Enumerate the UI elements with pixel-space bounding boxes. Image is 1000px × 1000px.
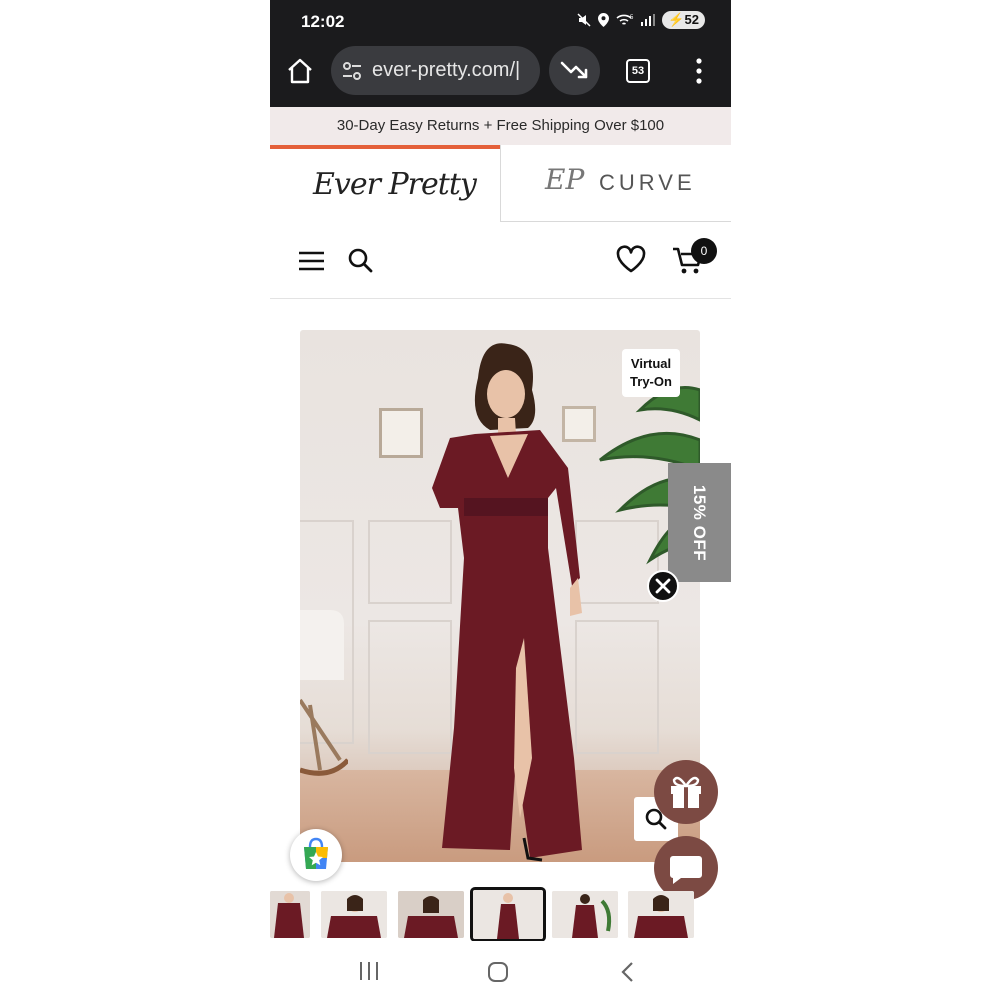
virtual-try-on-line1: Virtual <box>630 356 672 371</box>
thumbnail[interactable] <box>321 891 387 938</box>
address-bar[interactable]: ever-pretty.com/| <box>331 46 540 95</box>
trending-down-icon <box>560 61 588 79</box>
menu-icon[interactable] <box>299 251 324 271</box>
thumbnail-figure <box>270 891 310 938</box>
heart-icon[interactable] <box>616 245 646 273</box>
recent-apps-icon[interactable] <box>359 961 379 981</box>
tab-ever-pretty[interactable]: Ever Pretty <box>270 145 500 222</box>
thumbnail-figure <box>321 891 387 938</box>
curve-logo-text: CURVE <box>599 170 696 195</box>
close-icon[interactable] <box>647 570 679 602</box>
browser-chrome: 12:02 5 ⚡52 ever-pretty.com/| 53 <box>270 0 731 107</box>
thumbnail-active[interactable] <box>470 887 546 942</box>
tabs-icon[interactable]: 53 <box>626 59 650 83</box>
gift-icon <box>671 776 701 808</box>
home-nav-icon[interactable] <box>487 961 509 983</box>
home-icon[interactable] <box>286 57 314 85</box>
back-icon[interactable] <box>620 961 634 983</box>
thumbnail[interactable] <box>552 891 618 938</box>
chair <box>300 610 348 776</box>
site-settings-icon[interactable] <box>341 60 363 82</box>
model-figure <box>432 343 582 862</box>
virtual-try-on-line2: Try-On <box>630 374 672 389</box>
product-image[interactable]: Virtual Try-On <box>300 330 700 862</box>
curve-logo-mark: EP <box>545 163 585 196</box>
phone-screen: 12:02 5 ⚡52 ever-pretty.com/| 53 30-Day … <box>270 0 731 1000</box>
thumbnail[interactable] <box>270 891 310 938</box>
tab-curve[interactable]: EP CURVE <box>500 145 731 222</box>
thumbnail-figure <box>628 891 694 938</box>
shopping-bag-icon <box>304 837 328 869</box>
url-text: ever-pretty.com/| <box>372 59 521 81</box>
ever-pretty-logo: Ever Pretty <box>313 167 477 202</box>
svg-text:5: 5 <box>630 15 634 21</box>
battery-level: 52 <box>684 12 699 27</box>
thumbnail-figure <box>552 891 618 938</box>
system-nav-bar <box>270 941 731 1000</box>
virtual-try-on-badge[interactable]: Virtual Try-On <box>622 349 680 397</box>
dress <box>432 430 582 858</box>
discount-label-wrap: 15% OFF <box>668 463 731 582</box>
cart-count-badge: 0 <box>691 238 717 264</box>
status-icons: 5 ⚡52 <box>577 11 705 29</box>
more-vert-icon[interactable] <box>691 58 707 84</box>
thumbnail-strip <box>270 887 731 942</box>
brand-tabs: Ever Pretty EP CURVE <box>270 145 731 222</box>
location-icon <box>598 13 610 27</box>
battery-indicator: ⚡52 <box>662 11 705 29</box>
promo-banner[interactable]: 30-Day Easy Returns + Free Shipping Over… <box>270 107 731 145</box>
status-time: 12:02 <box>301 12 345 31</box>
price-tracking-button[interactable] <box>549 46 600 95</box>
thumbnail[interactable] <box>628 891 694 938</box>
thumbnail[interactable] <box>398 891 464 938</box>
thumbnail-figure <box>473 890 543 939</box>
gift-button[interactable] <box>654 760 718 824</box>
site-header: 0 <box>270 222 731 299</box>
signal-icon <box>641 14 656 26</box>
wifi-icon: 5 <box>616 14 634 25</box>
mute-icon <box>577 13 591 27</box>
wall-frame <box>379 408 423 458</box>
thumbnail-figure <box>398 891 464 938</box>
google-shopping-button[interactable] <box>290 829 342 881</box>
discount-side-tab[interactable]: 15% OFF <box>668 463 731 582</box>
search-icon[interactable] <box>347 247 373 273</box>
discount-label: 15% OFF <box>690 484 710 561</box>
tab-count: 53 <box>631 65 645 77</box>
